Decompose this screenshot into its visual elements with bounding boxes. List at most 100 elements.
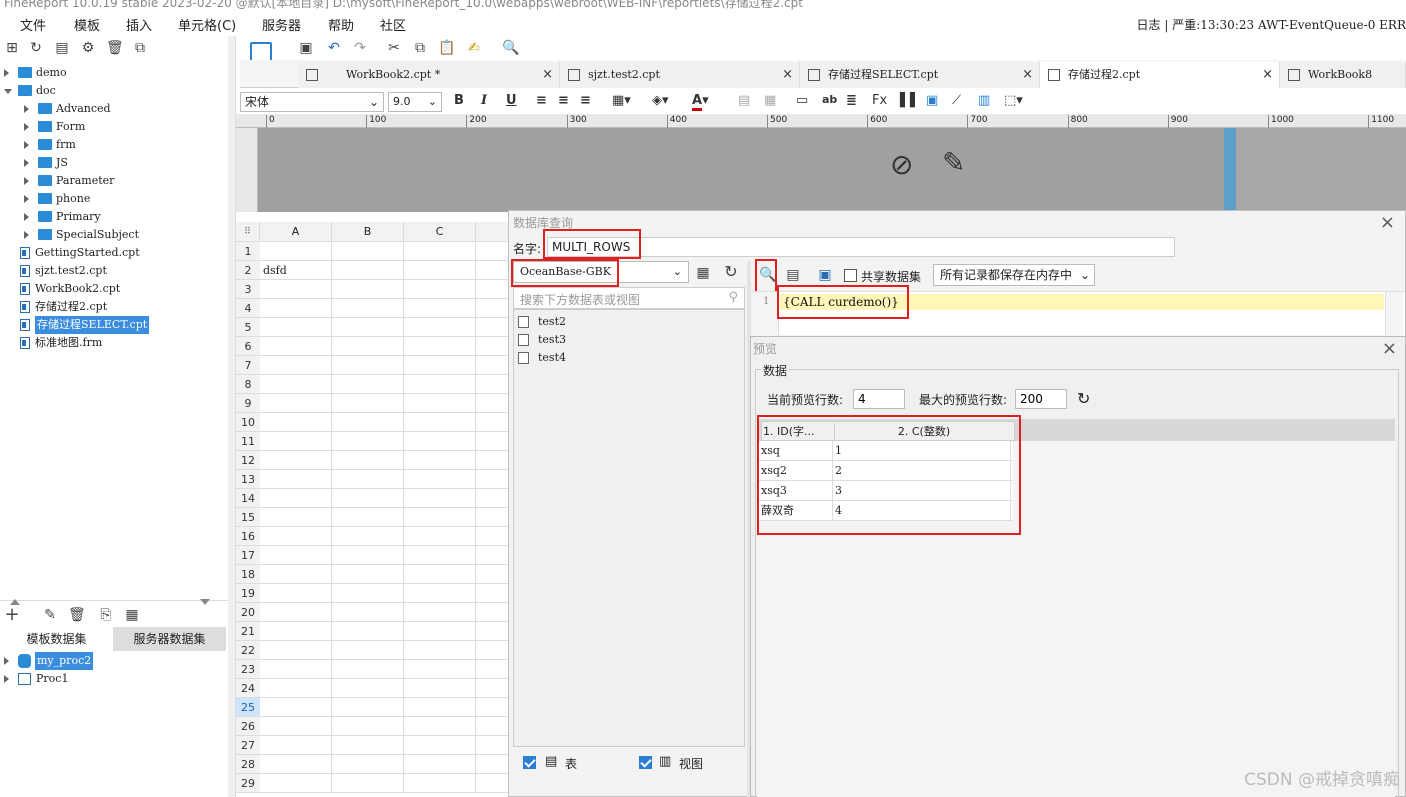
image-icon[interactable]: ▣ xyxy=(926,93,938,108)
tree-folder[interactable]: JS xyxy=(0,154,228,172)
add-dataset-icon[interactable]: + xyxy=(4,606,20,624)
grid-cell[interactable] xyxy=(404,261,476,280)
grid-cell[interactable] xyxy=(260,451,332,470)
grid-cell[interactable] xyxy=(332,660,404,679)
tree-file[interactable]: 存储过程SELECT.cpt xyxy=(0,316,228,334)
grid-cell[interactable] xyxy=(476,337,510,356)
grid-cell[interactable] xyxy=(404,565,476,584)
menu-cell[interactable]: 单元格(C) xyxy=(178,15,236,34)
dataset-settings-icon[interactable]: ▦ xyxy=(124,607,140,623)
tree-folder[interactable]: Primary xyxy=(0,208,228,226)
align-left-icon[interactable]: ≡ xyxy=(536,93,547,108)
close-icon[interactable]: × xyxy=(542,62,553,88)
grid-cell[interactable] xyxy=(332,280,404,299)
chevron-right-icon[interactable] xyxy=(24,141,29,149)
grid-cell[interactable] xyxy=(332,736,404,755)
font-size-select[interactable]: 9.0 ⌄ xyxy=(388,92,442,112)
grid-cell[interactable] xyxy=(332,603,404,622)
undo-icon[interactable]: ↶ xyxy=(326,40,342,56)
grid-cell[interactable] xyxy=(404,413,476,432)
paste-icon[interactable]: 📋 xyxy=(438,40,455,56)
current-rows-input[interactable] xyxy=(853,389,905,409)
text-icon[interactable]: ab xyxy=(822,93,837,106)
grid-cell[interactable] xyxy=(260,337,332,356)
tab-workbook2[interactable]: WorkBook2.cpt * × xyxy=(298,62,560,88)
grid-cell[interactable] xyxy=(476,546,510,565)
grid-cell[interactable] xyxy=(332,717,404,736)
bold-icon[interactable]: B xyxy=(454,93,464,108)
grid-cell[interactable] xyxy=(260,432,332,451)
grid-cell[interactable] xyxy=(476,375,510,394)
grid-cell[interactable] xyxy=(332,375,404,394)
row-header[interactable]: 26 xyxy=(236,717,260,736)
unmerge-icon[interactable]: ▦ xyxy=(764,93,776,108)
grid-cell[interactable] xyxy=(404,527,476,546)
tab-server-dataset[interactable]: 服务器数据集 xyxy=(113,627,226,651)
refresh-icon[interactable]: ↻ xyxy=(28,40,44,56)
refresh-icon[interactable]: ↻ xyxy=(723,264,739,280)
row-header[interactable]: 28 xyxy=(236,755,260,774)
row-header[interactable]: 16 xyxy=(236,527,260,546)
tree-folder[interactable]: SpecialSubject xyxy=(0,226,228,244)
grid-cell[interactable] xyxy=(332,755,404,774)
grid-cell[interactable] xyxy=(260,565,332,584)
splitter[interactable] xyxy=(228,36,236,797)
column-header[interactable]: A xyxy=(260,222,332,242)
chevron-right-icon[interactable] xyxy=(24,123,29,131)
more-icon[interactable]: ⬚▾ xyxy=(1004,93,1023,108)
grid-cell[interactable] xyxy=(476,413,510,432)
grid-cell[interactable] xyxy=(476,356,510,375)
grid-cell[interactable] xyxy=(332,565,404,584)
tree-folder[interactable]: Parameter xyxy=(0,172,228,190)
tree-folder[interactable]: phone xyxy=(0,190,228,208)
grid-cell[interactable] xyxy=(476,527,510,546)
dataset-item[interactable]: my_proc2 xyxy=(0,652,228,670)
column-header[interactable]: C xyxy=(404,222,476,242)
grid-cell[interactable] xyxy=(404,736,476,755)
table-search-input[interactable]: 搜索下方数据表或视图 ⚲ xyxy=(513,287,745,309)
tree-folder[interactable]: frm xyxy=(0,136,228,154)
grid-cell[interactable] xyxy=(404,622,476,641)
grid-cell[interactable] xyxy=(476,565,510,584)
chart-icon[interactable]: ▌▌ xyxy=(900,93,920,108)
merge-icon[interactable]: ▤ xyxy=(738,93,750,108)
grid-cell[interactable] xyxy=(260,641,332,660)
grid-cell[interactable] xyxy=(404,584,476,603)
grid-cell[interactable] xyxy=(260,774,332,793)
edit-icon[interactable]: ✎ xyxy=(42,607,58,623)
grid-cell[interactable] xyxy=(260,546,332,565)
close-icon[interactable]: × xyxy=(782,62,793,88)
row-header[interactable]: 18 xyxy=(236,565,260,584)
menu-community[interactable]: 社区 xyxy=(380,15,406,34)
menu-help[interactable]: 帮助 xyxy=(328,15,354,34)
grid-cell[interactable] xyxy=(476,280,510,299)
insert-row-icon[interactable]: ▭ xyxy=(796,93,808,108)
grid-cell[interactable] xyxy=(476,736,510,755)
row-header[interactable]: 12 xyxy=(236,451,260,470)
row-header[interactable]: 10 xyxy=(236,413,260,432)
grid-cell[interactable] xyxy=(332,318,404,337)
grid-cell[interactable] xyxy=(476,318,510,337)
row-header[interactable]: 24 xyxy=(236,679,260,698)
tree-file[interactable]: 存储过程2.cpt xyxy=(0,298,228,316)
grid-cell[interactable] xyxy=(476,508,510,527)
name-input[interactable]: MULTI_ROWS xyxy=(547,237,1175,257)
delete-dataset-icon[interactable]: 🗑 xyxy=(68,607,86,623)
max-rows-input[interactable] xyxy=(1015,389,1067,409)
grid-cell[interactable] xyxy=(404,470,476,489)
tree-folder[interactable]: Advanced xyxy=(0,100,228,118)
close-icon[interactable]: × xyxy=(1380,212,1395,233)
tab-proc-select[interactable]: 存储过程SELECT.cpt × xyxy=(800,62,1040,88)
grid-cell[interactable] xyxy=(476,242,510,261)
grid-cell[interactable] xyxy=(260,242,332,261)
grid-cell[interactable] xyxy=(476,451,510,470)
formula-icon[interactable]: Fx xyxy=(872,93,887,108)
cut-icon[interactable]: ✂ xyxy=(386,40,402,56)
grid-cell[interactable] xyxy=(332,470,404,489)
grid-cell[interactable] xyxy=(476,603,510,622)
grid-cell[interactable] xyxy=(332,679,404,698)
grid-cell[interactable] xyxy=(260,679,332,698)
redo-icon[interactable]: ↷ xyxy=(352,40,368,56)
grid-cell[interactable] xyxy=(404,451,476,470)
font-color-icon[interactable]: A▾ xyxy=(692,93,709,111)
